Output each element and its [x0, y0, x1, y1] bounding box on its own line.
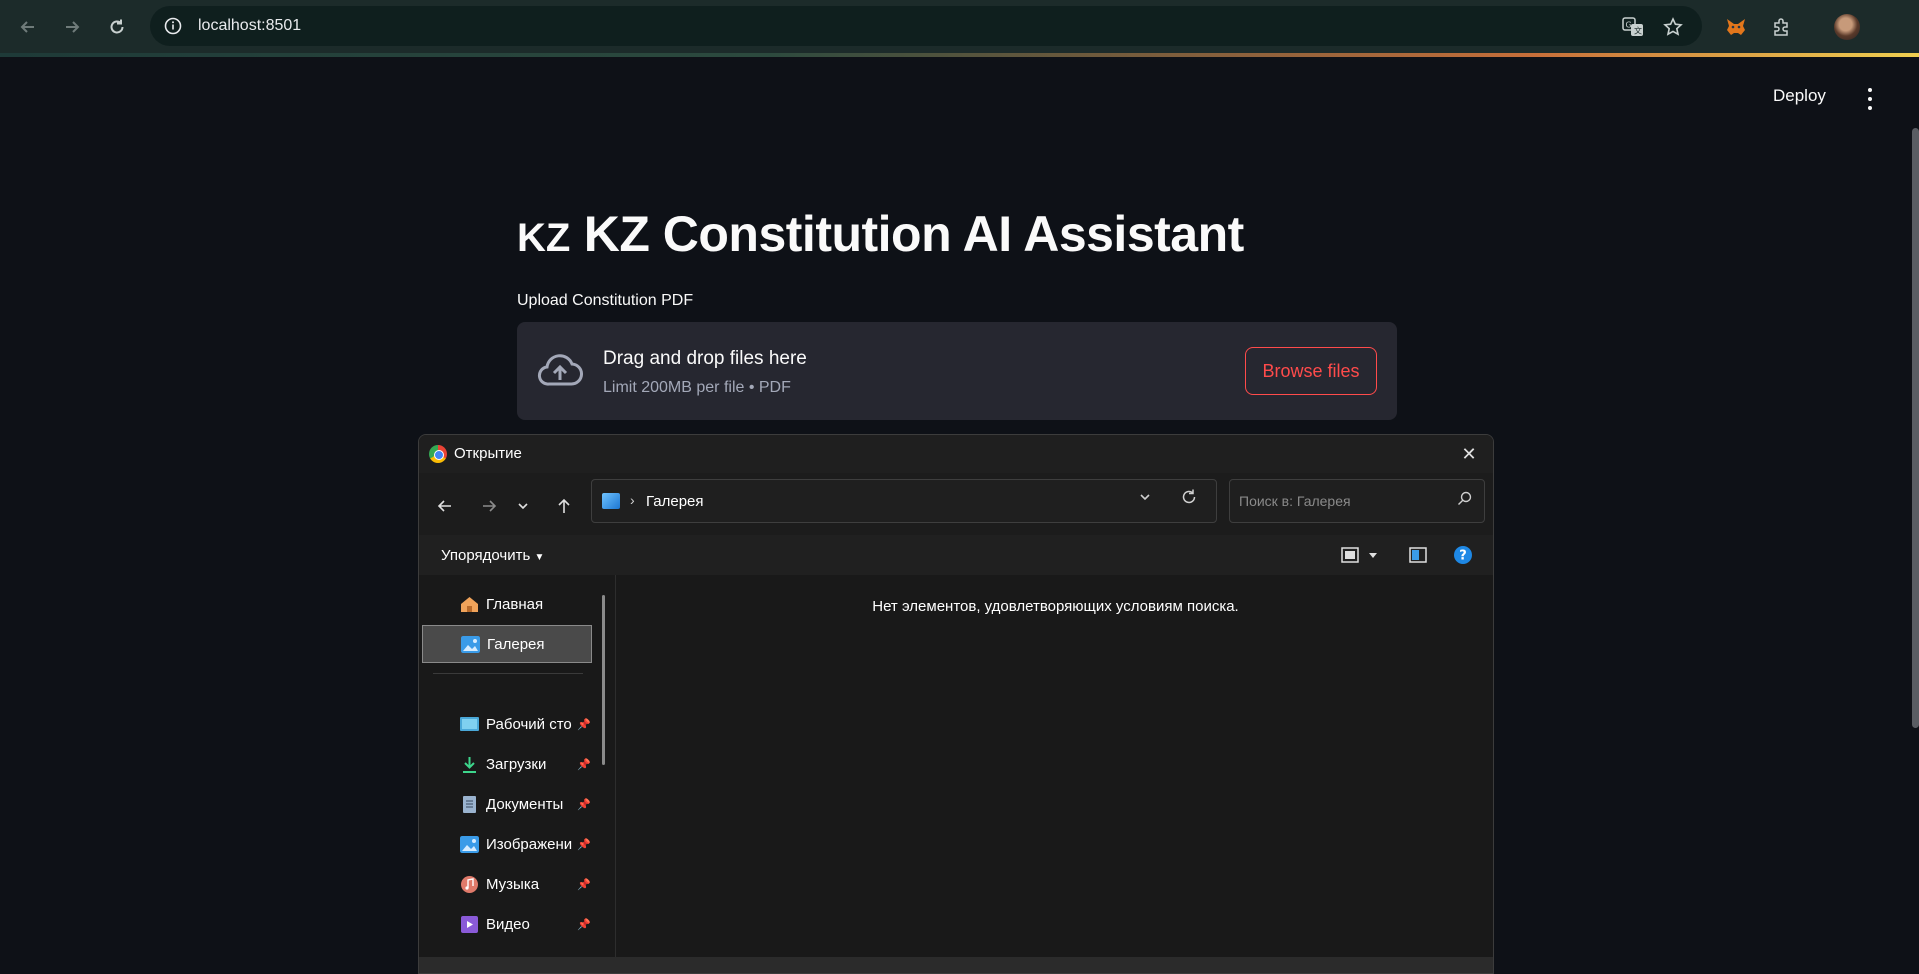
caret-down-icon: ▼	[534, 552, 545, 563]
sidebar-item-label: Загрузки	[486, 755, 547, 773]
forward-arrow-icon[interactable]	[56, 11, 88, 43]
dropzone-instructions: Drag and drop files here	[603, 348, 807, 369]
close-icon[interactable]: ✕	[1457, 442, 1481, 466]
search-input[interactable]	[1230, 480, 1440, 522]
svg-text:?: ?	[1459, 549, 1467, 564]
page-scrollbar[interactable]	[1912, 128, 1919, 728]
pin-icon[interactable]: 📌	[577, 798, 591, 811]
sidebar-item-label: Рабочий сто	[486, 715, 572, 733]
upload-label: Upload Constitution PDF	[517, 292, 694, 309]
browse-files-button[interactable]: Browse files	[1245, 347, 1377, 395]
sidebar-item-home[interactable]: Главная	[422, 585, 592, 623]
videos-icon	[461, 915, 478, 933]
music-icon	[461, 875, 478, 893]
dialog-command-bar: Упорядочить ▼ ?	[419, 535, 1493, 575]
page-title-text: KZ Constitution AI Assistant	[583, 206, 1245, 262]
dialog-address-bar[interactable]: › Галерея	[591, 479, 1217, 523]
translate-icon[interactable]: G文	[1617, 11, 1649, 43]
site-info-icon[interactable]	[162, 15, 184, 37]
dialog-title: Открытие	[454, 445, 522, 462]
up-arrow-icon[interactable]	[550, 492, 578, 520]
breadcrumb-item[interactable]: Галерея	[646, 493, 704, 510]
view-mode-icon[interactable]	[1339, 544, 1361, 566]
documents-icon	[463, 795, 476, 813]
gallery-icon	[602, 493, 620, 509]
sidebar-item-music[interactable]: Музыка 📌	[422, 865, 592, 903]
bookmark-star-icon[interactable]	[1657, 11, 1689, 43]
recent-locations-chevron-icon[interactable]	[509, 492, 537, 520]
downloads-icon	[463, 756, 476, 773]
sidebar-item-label: Видео	[486, 915, 530, 933]
file-open-dialog: Открытие ✕ › Галерея Упорядоч	[418, 434, 1494, 974]
empty-results-message: Нет элементов, удовлетворяющих условиям …	[872, 598, 1239, 615]
kz-flag-text: KZ	[517, 216, 571, 260]
main-menu-icon[interactable]	[1862, 88, 1878, 110]
search-icon	[1457, 491, 1472, 510]
dialog-titlebar: Открытие ✕	[419, 435, 1493, 473]
pin-icon[interactable]: 📌	[577, 838, 591, 851]
url-text: localhost:8501	[198, 17, 302, 34]
navigation-pane: Главная Галерея Рабочий сто 📌 Загрузки 📌…	[419, 575, 616, 973]
page-title: KZ KZ Constitution AI Assistant	[517, 205, 1244, 263]
sidebar-item-label: Галерея	[487, 635, 545, 653]
view-options-caret-icon[interactable]	[1362, 544, 1384, 566]
sidebar-item-label: Музыка	[486, 875, 540, 893]
browser-accent-line	[0, 53, 1919, 57]
dialog-search-box[interactable]	[1229, 479, 1485, 523]
forward-arrow-icon[interactable]	[475, 492, 503, 520]
sidebar-item-downloads[interactable]: Загрузки 📌	[422, 745, 592, 783]
pin-icon[interactable]: 📌	[577, 878, 591, 891]
pin-icon[interactable]: 📌	[577, 758, 591, 771]
desktop-icon	[460, 716, 479, 731]
back-arrow-icon[interactable]	[12, 11, 44, 43]
organize-menu[interactable]: Упорядочить ▼	[441, 547, 544, 564]
sidebar-item-documents[interactable]: Документы 📌	[422, 785, 592, 823]
home-icon	[461, 596, 478, 612]
browser-toolbar: localhost:8501 G文	[0, 0, 1919, 53]
profile-avatar[interactable]	[1831, 11, 1863, 43]
dropzone-limit: Limit 200MB per file • PDF	[603, 379, 791, 396]
chrome-logo-icon	[429, 445, 447, 463]
sidebar-item-videos[interactable]: Видео 📌	[422, 905, 592, 943]
nav-divider	[433, 673, 583, 674]
sidebar-item-desktop[interactable]: Рабочий сто 📌	[422, 705, 592, 743]
deploy-button[interactable]: Deploy	[1773, 86, 1826, 106]
back-arrow-icon[interactable]	[431, 492, 459, 520]
extensions-puzzle-icon[interactable]	[1766, 11, 1798, 43]
organize-label: Упорядочить	[441, 547, 531, 564]
reload-icon[interactable]	[101, 11, 133, 43]
gallery-icon	[461, 635, 480, 653]
breadcrumb-chevron-icon: ›	[630, 492, 635, 508]
navigation-scrollbar[interactable]	[602, 595, 605, 765]
address-dropdown-icon[interactable]	[1138, 490, 1152, 507]
pane-divider[interactable]	[615, 575, 616, 973]
help-icon[interactable]: ?	[1452, 544, 1474, 566]
sidebar-item-label: Документы	[486, 795, 564, 813]
refresh-icon[interactable]	[1180, 488, 1198, 511]
sidebar-item-label: Изображени	[486, 835, 573, 853]
cloud-upload-icon	[537, 352, 583, 393]
pin-icon[interactable]: 📌	[577, 918, 591, 931]
file-dropzone[interactable]: Drag and drop files here Limit 200MB per…	[517, 322, 1397, 420]
preview-pane-icon[interactable]	[1407, 544, 1429, 566]
pin-icon[interactable]: 📌	[577, 718, 591, 731]
metamask-extension-icon[interactable]	[1720, 11, 1752, 43]
address-bar[interactable]: localhost:8501	[150, 6, 1702, 46]
svg-text:G: G	[1626, 21, 1632, 30]
sidebar-item-gallery[interactable]: Галерея	[422, 625, 592, 663]
sidebar-item-pictures[interactable]: Изображени 📌	[422, 825, 592, 863]
pictures-icon	[460, 835, 479, 853]
sidebar-item-label: Главная	[486, 595, 544, 613]
svg-text:文: 文	[1634, 26, 1642, 36]
